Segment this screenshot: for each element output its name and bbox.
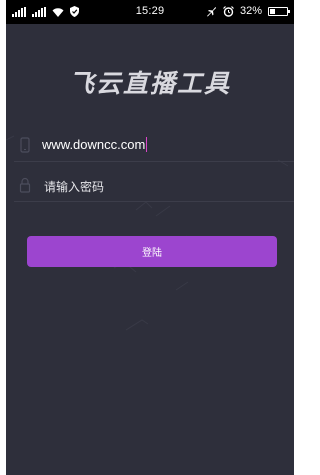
status-right-icons: 32% bbox=[206, 4, 290, 18]
password-placeholder: 请输入密码 bbox=[44, 180, 105, 194]
app-title: 飞云直播工具 bbox=[68, 69, 231, 98]
airplane-silent-icon bbox=[206, 6, 216, 16]
battery-percent: 32% bbox=[239, 5, 262, 17]
username-value: www.downcc.com bbox=[42, 137, 146, 152]
phone-icon bbox=[20, 137, 30, 153]
text-caret bbox=[146, 137, 148, 152]
username-field[interactable]: www.downcc.com bbox=[14, 131, 294, 162]
lock-icon bbox=[19, 177, 31, 193]
password-field[interactable]: 请输入密码 bbox=[14, 171, 294, 202]
alarm-icon bbox=[223, 5, 234, 17]
battery-icon bbox=[268, 6, 290, 16]
login-button[interactable]: 登陆 bbox=[27, 236, 277, 267]
battery-level-fill bbox=[270, 8, 275, 14]
status-bar: 15:29 32% bbox=[6, 0, 294, 24]
app-screen: 15:29 32% 飞云直播工具 www.downcc.com 请输入密码 登陆 bbox=[6, 0, 294, 475]
username-input[interactable]: www.downcc.com bbox=[42, 137, 148, 152]
